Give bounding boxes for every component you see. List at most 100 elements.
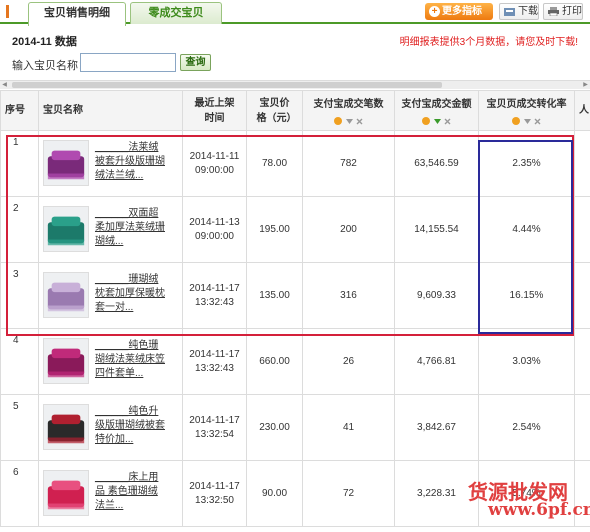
product-name-input[interactable] — [80, 53, 176, 72]
remove-column-icon[interactable] — [444, 118, 451, 125]
tab-bar: 宝贝销售明细 零成交宝贝 + 更多指标 下载 打印 — [0, 0, 590, 26]
search-label: 输入宝贝名称： — [12, 60, 89, 72]
product-thumbnail[interactable] — [43, 139, 89, 186]
download-label: 下载 — [518, 6, 538, 17]
listed-date: 2014-11-13 — [189, 216, 240, 228]
plus-icon: + — [429, 6, 440, 17]
conversion-rate-cell: 3.03% — [478, 328, 575, 395]
product-link[interactable]: ______纯色珊瑚绒法莱绒床笠四件套单... — [95, 339, 167, 381]
row-index: 3 — [0, 262, 39, 329]
data-period: 2014-11 数据 — [12, 36, 77, 48]
conversion-sort-controls[interactable] — [479, 114, 574, 126]
table-row: 1 ______法莱绒被套升级版珊瑚绒法兰绒... 2014-11-11 09:0… — [0, 130, 590, 197]
extra-cell — [574, 394, 590, 461]
conversion-rate-cell: 16.15% — [478, 262, 575, 329]
search-button[interactable]: 查询 — [180, 54, 211, 71]
product-cell: ______纯色升级版珊瑚绒被套 特价加... — [38, 394, 183, 461]
pay-count-cell: 316 — [302, 262, 395, 329]
pay-count-cell: 782 — [302, 130, 395, 197]
tab-sales-detail[interactable]: 宝贝销售明细 — [28, 2, 126, 26]
price-cell: 90.00 — [246, 460, 303, 527]
product-thumbnail[interactable] — [43, 403, 89, 450]
row-index: 1 — [0, 130, 39, 197]
product-thumbnail[interactable] — [43, 469, 89, 516]
listed-time-cell: 2014-11-17 13:32:43 — [182, 262, 247, 329]
product-cell: ______床上用品 素色珊瑚绒法兰... — [38, 460, 183, 527]
listed-date: 2014-11-17 — [189, 348, 240, 360]
price-cell: 195.00 — [246, 196, 303, 263]
pay-amount-cell: 3,842.67 — [394, 394, 479, 461]
watermark-url: www.6pf.cn — [488, 500, 590, 520]
header-listed-time: 最近上架时间 — [182, 90, 247, 131]
product-cell: ______珊瑚绒枕套加厚保暖枕套一对... — [38, 262, 183, 329]
pay-amount-cell: 63,546.59 — [394, 130, 479, 197]
listed-time-cell: 2014-11-17 13:32:54 — [182, 394, 247, 461]
pay-count-cell: 26 — [302, 328, 395, 395]
product-cell: ______纯色珊瑚绒法莱绒床笠四件套单... — [38, 328, 183, 395]
product-link[interactable]: ______双面超柔加厚法莱绒珊瑚绒... — [95, 207, 167, 249]
product-thumbnail[interactable] — [43, 205, 89, 252]
product-link[interactable]: ______法莱绒被套升级版珊瑚绒法兰绒... — [95, 141, 167, 183]
product-link[interactable]: ______纯色升级版珊瑚绒被套 特价加... — [95, 405, 167, 447]
print-button[interactable]: 打印 — [543, 3, 583, 20]
horizontal-scrollbar[interactable]: ◀ ▶ — [0, 80, 590, 89]
remove-column-icon[interactable] — [534, 118, 541, 125]
sort-down-icon[interactable] — [345, 118, 353, 125]
pay-amount-cell: 3,228.31 — [394, 460, 479, 527]
listed-clock: 09:00:00 — [195, 164, 234, 176]
help-icon[interactable] — [333, 117, 342, 126]
help-icon[interactable] — [511, 117, 520, 126]
download-icon — [504, 8, 515, 16]
listed-time-cell: 2014-11-17 13:32:43 — [182, 328, 247, 395]
header-product-name: 宝贝名称 — [38, 90, 183, 131]
pay-amount-sort-controls[interactable] — [395, 114, 478, 126]
extra-cell — [574, 130, 590, 197]
pay-amount-cell: 4,766.81 — [394, 328, 479, 395]
listed-time-cell: 2014-11-11 09:00:00 — [182, 130, 247, 197]
listed-time-cell: 2014-11-13 09:00:00 — [182, 196, 247, 263]
product-link[interactable]: ______珊瑚绒枕套加厚保暖枕套一对... — [95, 273, 167, 315]
header-conversion-label: 宝贝页成交转化率 — [486, 99, 567, 110]
conversion-rate-cell: 2.54% — [478, 394, 575, 461]
scroll-right-icon[interactable]: ▶ — [581, 81, 590, 89]
extra-cell — [574, 328, 590, 395]
table-row: 4 ______纯色珊瑚绒法莱绒床笠四件套单... 2014-11-17 13:3… — [0, 328, 590, 395]
pay-count-cell: 72 — [302, 460, 395, 527]
remove-column-icon[interactable] — [356, 118, 363, 125]
download-button[interactable]: 下载 — [499, 3, 539, 20]
help-icon[interactable] — [421, 117, 430, 126]
tab-zero-sales[interactable]: 零成交宝贝 — [130, 2, 222, 24]
scrollbar-thumb[interactable] — [12, 82, 442, 88]
scroll-left-icon[interactable]: ◀ — [0, 81, 9, 89]
header-pay-count[interactable]: 支付宝成交笔数 — [302, 90, 395, 131]
header-index: 序号 — [0, 90, 39, 131]
more-metrics-button[interactable]: + 更多指标 — [425, 3, 493, 20]
table-row: 2 ______双面超柔加厚法莱绒珊瑚绒... 2014-11-13 09:00:… — [0, 196, 590, 263]
conversion-rate-cell: 4.44% — [478, 196, 575, 263]
listed-clock: 13:32:43 — [195, 296, 234, 308]
listed-date: 2014-11-17 — [189, 480, 240, 492]
product-thumbnail[interactable] — [43, 271, 89, 318]
header-pay-amount[interactable]: 支付宝成交金额 — [394, 90, 479, 131]
listed-date: 2014-11-11 — [189, 150, 240, 162]
product-thumbnail[interactable] — [43, 337, 89, 384]
price-cell: 135.00 — [246, 262, 303, 329]
pay-count-cell: 41 — [302, 394, 395, 461]
conversion-rate-cell: 2.35% — [478, 130, 575, 197]
header-conversion-rate[interactable]: 宝贝页成交转化率 — [478, 90, 575, 131]
listed-clock: 13:32:54 — [195, 428, 234, 440]
listed-date: 2014-11-17 — [189, 414, 240, 426]
listed-clock: 09:00:00 — [195, 230, 234, 242]
product-link[interactable]: ______床上用品 素色珊瑚绒法兰... — [95, 471, 167, 513]
sort-down-active-icon[interactable] — [433, 118, 441, 125]
listed-date: 2014-11-17 — [189, 282, 240, 294]
sort-down-icon[interactable] — [523, 118, 531, 125]
pay-amount-cell: 9,609.33 — [394, 262, 479, 329]
pay-count-sort-controls[interactable] — [303, 114, 394, 126]
header-pay-count-label: 支付宝成交笔数 — [313, 99, 384, 110]
report-notice: 明细报表提供3个月数据，请您及时下载! — [399, 37, 578, 48]
printer-icon — [548, 7, 559, 16]
tab-marker — [6, 5, 9, 18]
row-index: 2 — [0, 196, 39, 263]
price-cell: 660.00 — [246, 328, 303, 395]
